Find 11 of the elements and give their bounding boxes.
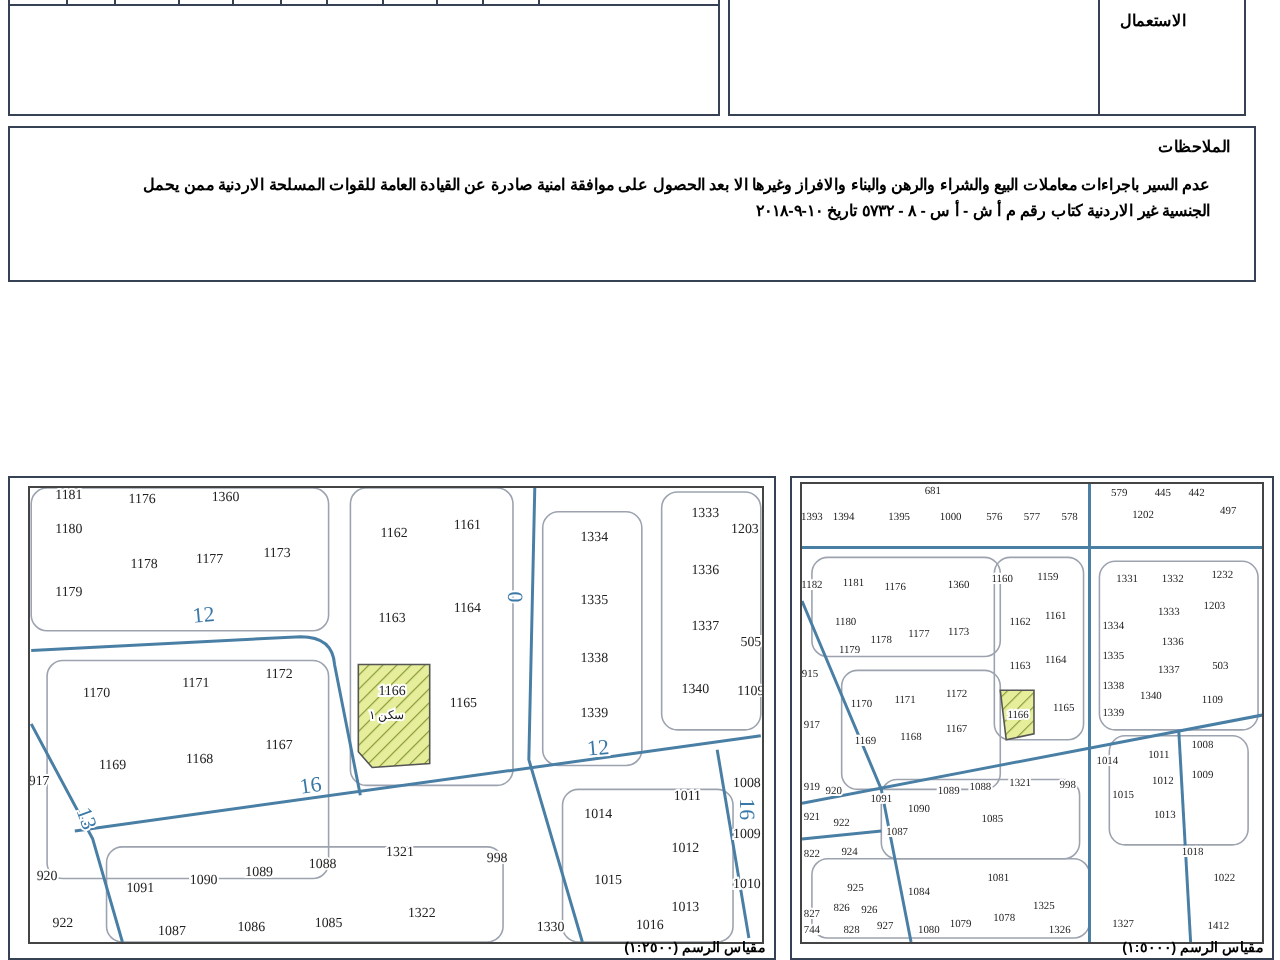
road-number: 12 [191,602,216,629]
road-number: 16 [733,798,758,821]
road-number: 13 [70,804,101,834]
notes-text: عدم السير باجراءات معاملات البيع والشراء والرهن والبناء والافراز وغيرها الا بعد الحصول على موافقة امنية صادرة عن القيادة العامة للقوات المسلحة الاردنية ممن يحمل الجنسية غير الاردنية كتاب رقم م أ ش - أ س - ٨ - ٥٧٣٢ تاريخ ١٠-٩-٢٠١٨ [141,174,1212,224]
usage-label: الاستعمال [1120,10,1186,34]
highlighted-plot [999,689,1035,741]
road-number: 16 [298,772,324,800]
road-number: 0 [501,591,526,603]
road-number: 12 [586,735,611,762]
highlighted-plot [357,663,431,769]
notes-title: الملاحظات [1156,136,1230,160]
